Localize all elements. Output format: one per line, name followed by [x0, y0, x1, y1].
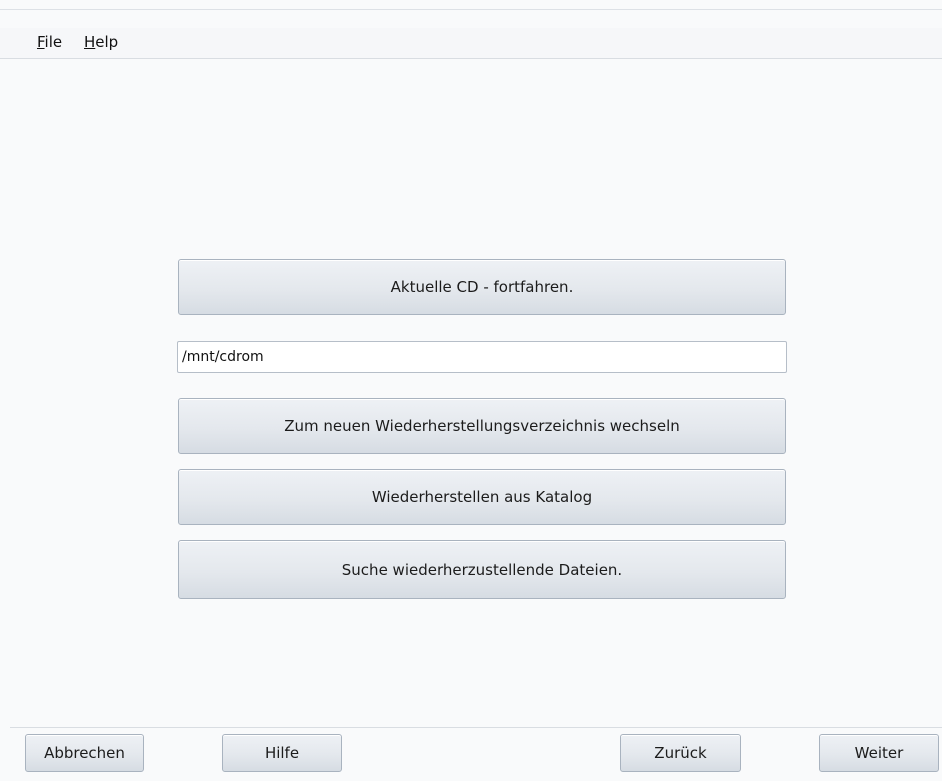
help-button[interactable]: Hilfe [222, 734, 342, 772]
continue-current-cd-button[interactable]: Aktuelle CD - fortfahren. [178, 259, 786, 315]
next-button[interactable]: Weiter [819, 734, 939, 772]
menu-help-mnemonic: H [84, 33, 96, 51]
cancel-button[interactable]: Abbrechen [25, 734, 144, 772]
menu-help-label: elp [95, 33, 119, 51]
search-restore-files-button[interactable]: Suche wiederherzustellende Dateien. [178, 540, 786, 599]
back-button[interactable]: Zurück [620, 734, 741, 772]
window-top-edge [0, 9, 942, 10]
menu-file[interactable]: File [35, 33, 64, 51]
menu-file-label: ile [44, 33, 63, 51]
footer-separator [10, 727, 942, 728]
menu-file-mnemonic: F [37, 33, 45, 51]
restore-path-input[interactable] [177, 341, 787, 373]
restore-from-catalog-button[interactable]: Wiederherstellen aus Katalog [178, 469, 786, 525]
restore-wizard-window: File Help Aktuelle CD - fortfahren. Zum … [0, 0, 942, 781]
change-restore-dir-button[interactable]: Zum neuen Wiederherstellungsverzeichnis … [178, 398, 786, 454]
menubar: File Help [0, 28, 942, 59]
menu-help[interactable]: Help [82, 33, 120, 51]
